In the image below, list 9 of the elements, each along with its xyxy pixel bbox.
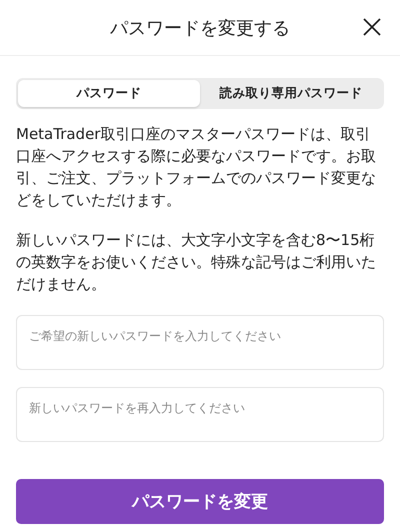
tab[interactable]: パスワード [18,80,200,107]
tab[interactable]: 読み取り専用パスワード [200,80,382,107]
password-field[interactable]: ご希望の新しいパスワードを入力してください [16,315,384,370]
submit-button[interactable]: パスワードを変更 [16,479,384,524]
dialog-title: パスワードを変更する [110,16,290,40]
description-text: MetaTrader取引口座のマスターパスワードは、取引口座へアクセスする際に必要なパスワードです。お取引、ご注文、プラットフォームでのパスワード変更などをしていただけます。 [16,124,377,211]
password-field[interactable]: 新しいパスワードを再入力してください [16,387,384,442]
description-text: 新しいパスワードには、大文字小文字を含む8〜15桁の英数字をお使いください。特殊な記号はご利用いただけません。 [16,230,377,295]
close-icon[interactable] [362,17,382,37]
